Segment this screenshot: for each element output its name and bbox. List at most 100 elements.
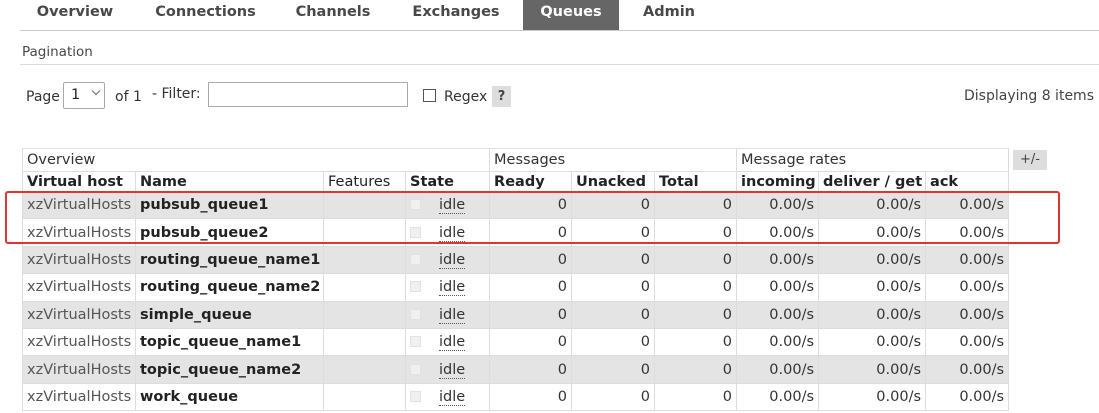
deliver-get-rate-cell: 0.00/s [818,245,927,275]
total-cell: 0 [654,245,738,275]
queue-name-link[interactable]: pubsub_queue1 [135,190,324,220]
state-label[interactable]: idle [439,306,466,324]
ready-cell: 0 [489,190,573,220]
tab-queues[interactable]: Queues [523,0,619,31]
queue-name-link[interactable]: work_queue [135,382,324,412]
pagination-heading[interactable]: Pagination [22,44,93,60]
state-label[interactable]: idle [439,197,466,215]
state-indicator-icon [410,363,421,375]
section-divider [20,64,1099,65]
column-header-state[interactable]: State [404,171,491,192]
ack-rate-cell: 0.00/s [925,245,1010,275]
state-cell: idle [404,245,491,275]
filter-label: - Filter: [152,86,201,102]
page-select-value: 1 [71,87,81,103]
tab-channels[interactable]: Channels [284,0,382,31]
state-label[interactable]: idle [439,279,466,297]
column-header-ready[interactable]: Ready [489,171,573,192]
deliver-get-rate-cell: 0.00/s [818,300,927,329]
features-cell [323,218,406,247]
state-label[interactable]: idle [439,388,466,406]
state-cell: idle [404,300,491,329]
deliver-get-rate-cell: 0.00/s [818,382,927,412]
queue-name-link[interactable]: pubsub_queue2 [135,218,324,247]
table-row: xzVirtualHosts simple_queue idle 0 0 0 0.00/s 0… [22,300,1010,329]
group-header-overview: Overview [21,148,491,172]
column-header-name[interactable]: Name [135,171,324,192]
deliver-get-rate-cell: 0.00/s [818,190,927,220]
state-label[interactable]: idle [439,334,466,352]
features-cell [323,382,406,412]
state-label[interactable]: idle [439,361,466,379]
virtual-host-cell: xzVirtualHosts [22,245,136,275]
incoming-rate-cell: 0.00/s [736,245,820,275]
page-select[interactable]: 1 [63,82,105,109]
column-header-virtual-host[interactable]: Virtual host [22,171,136,192]
unacked-cell: 0 [571,355,656,384]
queue-name-link[interactable]: topic_queue_name2 [135,355,324,384]
page-label: Page [26,89,60,105]
total-cell: 0 [654,382,738,412]
ready-cell: 0 [489,245,573,275]
ack-rate-cell: 0.00/s [925,218,1010,247]
incoming-rate-cell: 0.00/s [736,382,820,412]
virtual-host-cell: xzVirtualHosts [22,190,136,220]
tab-overview[interactable]: Overview [20,0,130,31]
incoming-rate-cell: 0.00/s [736,355,820,384]
filter-input[interactable] [208,82,408,107]
state-indicator-icon [410,226,421,238]
queue-rows: xzVirtualHosts pubsub_queue1 idle 0 0 0 0.00/s… [22,190,1010,412]
queue-name-link[interactable]: routing_queue_name2 [135,273,324,302]
column-header-incoming[interactable]: incoming [736,171,820,192]
ack-rate-cell: 0.00/s [925,190,1010,220]
ready-cell: 0 [489,300,573,329]
virtual-host-cell: xzVirtualHosts [22,300,136,329]
unacked-cell: 0 [571,218,656,247]
nav-divider [20,30,1099,31]
total-cell: 0 [654,273,738,302]
total-cell: 0 [654,355,738,384]
column-header-total[interactable]: Total [654,171,738,192]
displaying-count: Displaying 8 items [964,88,1094,104]
columns-toggle-button[interactable]: +/- [1013,150,1047,170]
state-label[interactable]: idle [439,251,466,269]
column-header-unacked[interactable]: Unacked [571,171,656,192]
ack-rate-cell: 0.00/s [925,273,1010,302]
queue-name-link[interactable]: simple_queue [135,300,324,329]
regex-label: Regex [444,89,488,105]
table-row: xzVirtualHosts topic_queue_name2 idle 0 0 0 0.… [22,355,1010,384]
deliver-get-rate-cell: 0.00/s [818,218,927,247]
queue-name-link[interactable]: topic_queue_name1 [135,327,324,357]
top-nav: Overview Connections Channels Exchanges … [0,0,1099,31]
deliver-get-rate-cell: 0.00/s [818,355,927,384]
group-header-message-rates: Message rates [736,148,1010,172]
incoming-rate-cell: 0.00/s [736,190,820,220]
tab-exchanges[interactable]: Exchanges [404,0,508,31]
state-indicator-icon [410,253,421,265]
help-button[interactable]: ? [492,86,511,107]
ready-cell: 0 [489,273,573,302]
chevron-down-icon [91,86,101,96]
features-cell [323,327,406,357]
virtual-host-cell: xzVirtualHosts [22,218,136,247]
regex-checkbox[interactable] [423,89,436,102]
state-indicator-icon [410,336,421,348]
unacked-cell: 0 [571,245,656,275]
column-header-deliver-get[interactable]: deliver / get [818,171,927,192]
state-cell: idle [404,273,491,302]
total-cell: 0 [654,300,738,329]
queue-name-link[interactable]: routing_queue_name1 [135,245,324,275]
group-header-messages: Messages [489,148,738,172]
ack-rate-cell: 0.00/s [925,327,1010,357]
table-row: xzVirtualHosts routing_queue_name2 idle 0 0 0… [22,273,1010,302]
tab-connections[interactable]: Connections [148,0,263,31]
tab-admin[interactable]: Admin [634,0,704,31]
unacked-cell: 0 [571,273,656,302]
ack-rate-cell: 0.00/s [925,300,1010,329]
deliver-get-rate-cell: 0.00/s [818,327,927,357]
column-header-ack[interactable]: ack [925,171,1010,192]
state-label[interactable]: idle [439,224,466,242]
table-row: xzVirtualHosts work_queue idle 0 0 0 0.00/s 0.0… [22,382,1010,412]
unacked-cell: 0 [571,300,656,329]
state-indicator-icon [410,281,421,293]
